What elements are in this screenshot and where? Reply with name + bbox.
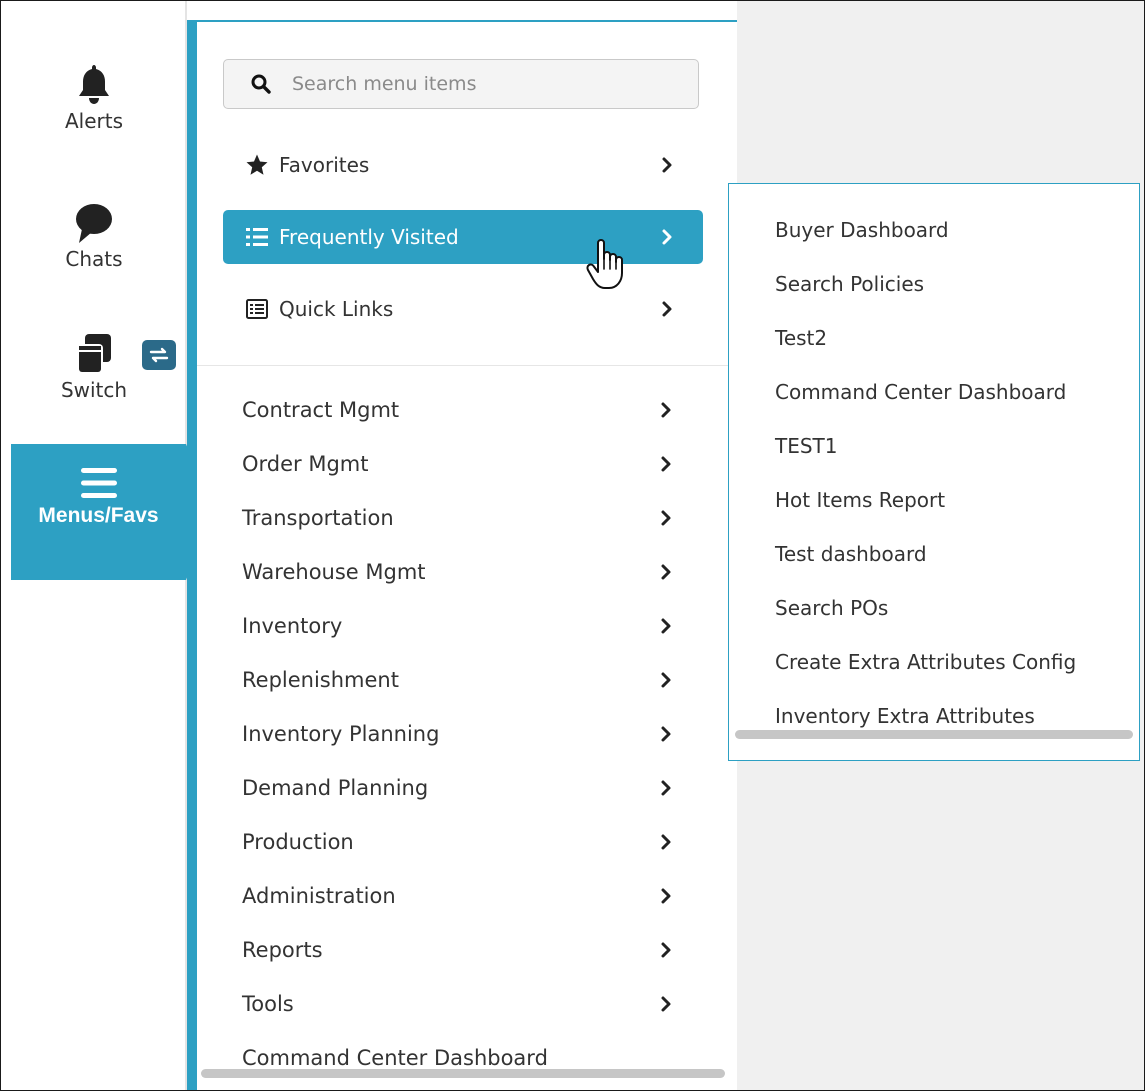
chevron-right-icon bbox=[661, 996, 671, 1012]
bell-icon bbox=[79, 65, 109, 104]
chevron-right-icon bbox=[661, 402, 671, 418]
flyout-horizontal-scrollbar[interactable] bbox=[735, 730, 1133, 739]
menu-item-frequently-visited-label: Frequently Visited bbox=[279, 225, 459, 249]
chevron-right-icon bbox=[662, 157, 672, 173]
rail-chats-label: Chats bbox=[65, 247, 123, 271]
chat-bubble-icon bbox=[76, 204, 112, 243]
flyout-item-test1[interactable]: TEST1 bbox=[729, 419, 1139, 473]
flyout-item-test2[interactable]: Test2 bbox=[729, 311, 1139, 365]
menu-item-reports[interactable]: Reports bbox=[197, 923, 737, 977]
chevron-right-icon bbox=[661, 510, 671, 526]
flyout-item-search-policies[interactable]: Search Policies bbox=[729, 257, 1139, 311]
menu-item-frequently-visited[interactable]: Frequently Visited bbox=[223, 210, 703, 264]
chevron-right-icon bbox=[662, 229, 672, 245]
module-menu-list: Contract Mgmt Order Mgmt Transportation … bbox=[197, 383, 737, 1085]
menu-item-demand-planning[interactable]: Demand Planning bbox=[197, 761, 737, 815]
search-input[interactable] bbox=[290, 72, 674, 96]
search-box[interactable] bbox=[223, 59, 699, 109]
menu-item-administration[interactable]: Administration bbox=[197, 869, 737, 923]
menu-item-label: Order Mgmt bbox=[242, 452, 369, 476]
rail-menus-favs-label: Menus/Favs bbox=[38, 504, 159, 527]
chevron-right-icon bbox=[661, 834, 671, 850]
menu-item-label: Inventory Planning bbox=[242, 722, 440, 746]
menu-item-inventory[interactable]: Inventory bbox=[197, 599, 737, 653]
menu-panel-accent-bar bbox=[187, 20, 197, 1090]
list-icon bbox=[245, 225, 269, 249]
chevron-right-icon bbox=[661, 456, 671, 472]
frequently-visited-flyout: Buyer Dashboard Search Policies Test2 Co… bbox=[728, 183, 1140, 761]
copy-windows-icon bbox=[77, 334, 111, 374]
chevron-right-icon bbox=[661, 618, 671, 634]
menu-item-transportation[interactable]: Transportation bbox=[197, 491, 737, 545]
menu-item-favorites-label: Favorites bbox=[279, 153, 370, 177]
rail-chats-button[interactable]: Chats bbox=[1, 201, 187, 271]
chevron-right-icon bbox=[662, 301, 672, 317]
rail-menus-favs-button[interactable]: Menus/Favs bbox=[11, 444, 186, 580]
app-frame: Alerts Chats Switch Menus/Favs Search me… bbox=[0, 0, 1145, 1091]
menu-item-warehouse-mgmt[interactable]: Warehouse Mgmt bbox=[197, 545, 737, 599]
menu-item-replenishment[interactable]: Replenishment bbox=[197, 653, 737, 707]
menu-item-label: Inventory bbox=[242, 614, 343, 638]
chevron-right-icon bbox=[661, 888, 671, 904]
menu-item-label: Reports bbox=[242, 938, 323, 962]
flyout-item-hot-items-report[interactable]: Hot Items Report bbox=[729, 473, 1139, 527]
menu-item-contract-mgmt[interactable]: Contract Mgmt bbox=[197, 383, 737, 437]
menu-item-tools[interactable]: Tools bbox=[197, 977, 737, 1031]
menu-item-label: Transportation bbox=[242, 506, 394, 530]
chevron-right-icon bbox=[661, 726, 671, 742]
menu-item-label: Contract Mgmt bbox=[242, 398, 400, 422]
flyout-item-test-dashboard[interactable]: Test dashboard bbox=[729, 527, 1139, 581]
menu-item-label: Production bbox=[242, 830, 354, 854]
flyout-item-search-pos[interactable]: Search POs bbox=[729, 581, 1139, 635]
chevron-right-icon bbox=[661, 564, 671, 580]
chevron-right-icon bbox=[661, 780, 671, 796]
search-icon bbox=[250, 73, 272, 95]
chevron-right-icon bbox=[661, 942, 671, 958]
menu-item-quick-links[interactable]: Quick Links bbox=[223, 282, 703, 336]
chevron-right-icon bbox=[661, 672, 671, 688]
menu-item-label: Warehouse Mgmt bbox=[242, 560, 426, 584]
flyout-item-create-extra-attributes-config[interactable]: Create Extra Attributes Config bbox=[729, 635, 1139, 689]
menu-horizontal-scrollbar[interactable] bbox=[201, 1069, 725, 1078]
menu-item-production[interactable]: Production bbox=[197, 815, 737, 869]
swap-arrows-icon bbox=[149, 347, 169, 363]
rail-alerts-button[interactable]: Alerts bbox=[1, 63, 187, 133]
menu-item-quick-links-label: Quick Links bbox=[279, 297, 394, 321]
flyout-item-buyer-dashboard[interactable]: Buyer Dashboard bbox=[729, 203, 1139, 257]
menu-item-label: Administration bbox=[242, 884, 396, 908]
menu-item-label: Demand Planning bbox=[242, 776, 429, 800]
rail-alerts-label: Alerts bbox=[64, 109, 124, 133]
menu-item-label: Tools bbox=[242, 992, 294, 1016]
menu-item-label: Replenishment bbox=[242, 668, 399, 692]
menu-item-label: Command Center Dashboard bbox=[242, 1046, 548, 1070]
hamburger-icon bbox=[80, 468, 117, 498]
flyout-item-command-center-dashboard[interactable]: Command Center Dashboard bbox=[729, 365, 1139, 419]
menu-item-inventory-planning[interactable]: Inventory Planning bbox=[197, 707, 737, 761]
menu-item-order-mgmt[interactable]: Order Mgmt bbox=[197, 437, 737, 491]
flyout-list: Buyer Dashboard Search Policies Test2 Co… bbox=[729, 203, 1139, 743]
rail-switch-label: Switch bbox=[60, 378, 128, 402]
menu-item-favorites[interactable]: Favorites bbox=[223, 138, 703, 192]
star-icon bbox=[245, 153, 269, 177]
list-box-icon bbox=[245, 297, 269, 321]
switch-badge[interactable] bbox=[142, 340, 176, 370]
menu-separator bbox=[197, 365, 737, 366]
